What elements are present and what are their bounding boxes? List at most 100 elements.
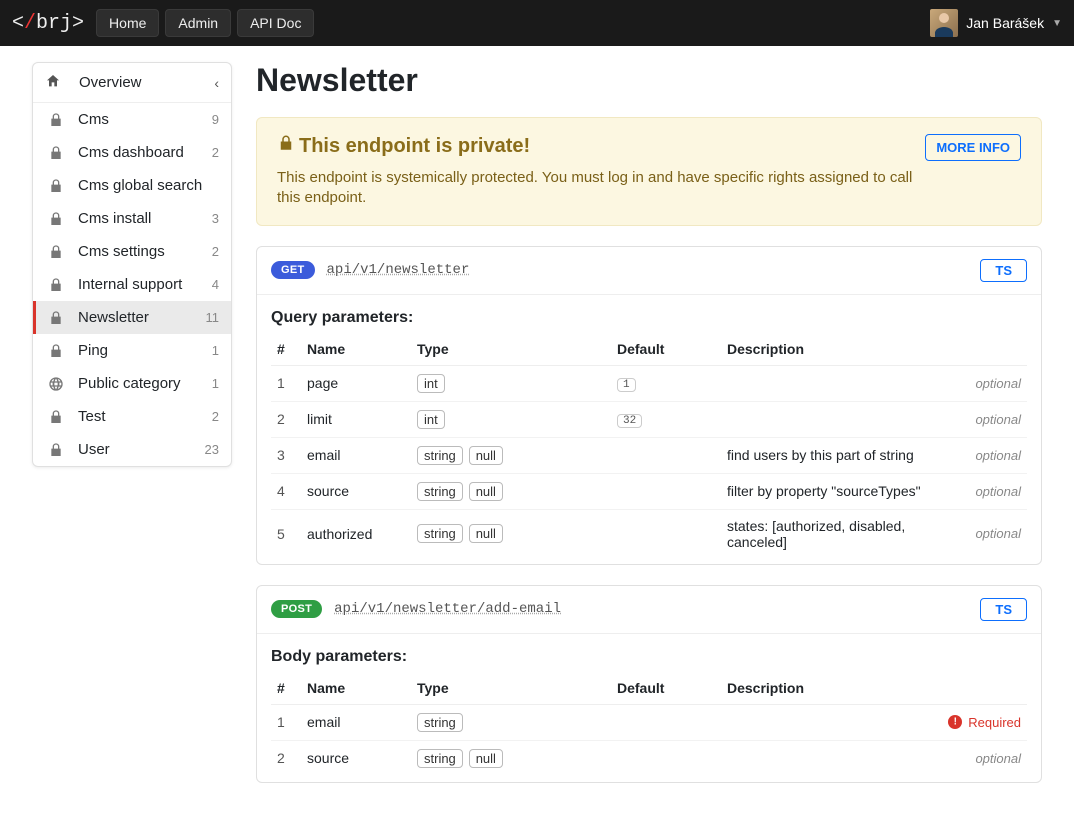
param-row: 1emailstringRequired: [271, 704, 1027, 740]
type-chip: null: [469, 524, 503, 543]
page-title: Newsletter: [256, 62, 1042, 99]
sidebar-item-count: 23: [205, 442, 219, 457]
sidebar-item-count: 11: [206, 310, 220, 325]
col-header: Description: [721, 333, 927, 366]
param-row: 2limitint32optional: [271, 401, 1027, 437]
col-header: Name: [301, 672, 411, 705]
param-row: 1pageint1optional: [271, 365, 1027, 401]
type-chip: null: [469, 749, 503, 768]
lock-icon: [48, 442, 64, 458]
sidebar-item-ping[interactable]: Ping 1: [33, 334, 231, 367]
sidebar-item-label: Cms dashboard: [78, 144, 208, 161]
sidebar-item-label: Cms: [78, 111, 208, 128]
user-menu[interactable]: Jan Barášek ▼: [930, 9, 1062, 37]
endpoint-path[interactable]: api/v1/newsletter: [327, 262, 470, 278]
sidebar-item-count: 9: [212, 112, 219, 127]
more-info-button[interactable]: MORE INFO: [925, 134, 1021, 161]
sidebar-item-cms-global-search[interactable]: Cms global search: [33, 169, 231, 202]
main: Newsletter This endpoint is private! Thi…: [256, 62, 1042, 803]
col-header: Default: [611, 672, 721, 705]
params-section-title: Body parameters:: [271, 648, 1027, 666]
param-row: 3emailstring nullfind users by this part…: [271, 437, 1027, 473]
nav-apidoc[interactable]: API Doc: [237, 9, 314, 37]
globe-icon: [48, 376, 64, 392]
optional-flag: optional: [933, 751, 1021, 766]
nav-home[interactable]: Home: [96, 9, 159, 37]
lock-icon: [48, 310, 64, 326]
sidebar-header[interactable]: Overview ‹: [33, 63, 231, 103]
nav-admin[interactable]: Admin: [165, 9, 231, 37]
type-chip: null: [469, 482, 503, 501]
col-header: Type: [411, 333, 611, 366]
type-chip: string: [417, 446, 463, 465]
sidebar-item-cms-install[interactable]: Cms install 3: [33, 202, 231, 235]
endpoint-card: GETapi/v1/newsletterTSQuery parameters:#…: [256, 246, 1042, 565]
param-row: 5authorizedstring nullstates: [authorize…: [271, 509, 1027, 558]
lock-icon: [48, 211, 64, 227]
optional-flag: optional: [933, 412, 1021, 427]
user-name: Jan Barášek: [966, 15, 1044, 31]
logo: </brj>: [12, 12, 84, 35]
optional-flag: optional: [933, 526, 1021, 541]
sidebar-item-cms-settings[interactable]: Cms settings 2: [33, 235, 231, 268]
sidebar-item-user[interactable]: User 23: [33, 433, 231, 466]
params-table: #NameTypeDefaultDescription1pageint1opti…: [271, 333, 1027, 558]
optional-flag: optional: [933, 484, 1021, 499]
endpoint-path[interactable]: api/v1/newsletter/add-email: [334, 601, 561, 617]
col-header: #: [271, 333, 301, 366]
sidebar-item-count: 1: [212, 343, 219, 358]
ts-button[interactable]: TS: [980, 598, 1027, 621]
default-chip: 1: [617, 378, 636, 392]
sidebar-item-label: Newsletter: [78, 309, 202, 326]
default-chip: 32: [617, 414, 642, 428]
col-header: Type: [411, 672, 611, 705]
sidebar: Overview ‹ Cms 9 Cms dashboard 2 Cms global …: [32, 62, 232, 467]
sidebar-item-internal-support[interactable]: Internal support 4: [33, 268, 231, 301]
sidebar-item-count: 3: [212, 211, 219, 226]
chevron-down-icon: ▼: [1052, 18, 1062, 29]
home-icon: [45, 73, 65, 92]
lock-icon: [48, 178, 64, 194]
sidebar-item-test[interactable]: Test2: [33, 400, 231, 433]
topbar: </brj> Home Admin API Doc Jan Barášek ▼: [0, 0, 1074, 46]
col-header: [927, 333, 1027, 366]
endpoint-card: POST api/v1/newsletter/add-email TS Body pa…: [256, 585, 1042, 783]
sidebar-item-label: Ping: [78, 342, 208, 359]
sidebar-item-count: 2: [212, 244, 219, 259]
sidebar-item-count: 4: [212, 277, 219, 292]
sidebar-item-cms-dashboard[interactable]: Cms dashboard 2: [33, 136, 231, 169]
sidebar-item-label: Internal support: [78, 276, 208, 293]
lock-icon: [48, 244, 64, 260]
alert-icon: [948, 715, 962, 729]
type-chip: int: [417, 410, 445, 429]
chevron-left-icon: ‹: [214, 75, 219, 91]
col-header: Default: [611, 333, 721, 366]
required-flag: Required: [933, 715, 1021, 730]
lock-icon: [48, 409, 64, 425]
sidebar-item-label: User: [78, 441, 201, 458]
avatar: [930, 9, 958, 37]
method-badge: GET: [271, 261, 315, 279]
sidebar-item-label: Cms settings: [78, 243, 208, 260]
params-table: #NameTypeDefaultDescription1emailstringR…: [271, 672, 1027, 776]
method-badge: POST: [271, 600, 322, 618]
sidebar-item-cms[interactable]: Cms 9: [33, 103, 231, 136]
sidebar-overview-label: Overview: [79, 74, 214, 91]
alert-text: This endpoint is systemically protected.…: [277, 168, 913, 209]
sidebar-item-label: Cms install: [78, 210, 208, 227]
col-header: Description: [721, 672, 927, 705]
type-chip: string: [417, 524, 463, 543]
col-header: #: [271, 672, 301, 705]
type-chip: string: [417, 713, 463, 732]
type-chip: int: [417, 374, 445, 393]
type-chip: null: [469, 446, 503, 465]
sidebar-item-count: 1: [212, 376, 219, 391]
param-row: 4sourcestring nullfilter by property "so…: [271, 473, 1027, 509]
type-chip: string: [417, 482, 463, 501]
sidebar-item-public-category[interactable]: Public category1: [33, 367, 231, 400]
ts-button[interactable]: TS: [980, 259, 1027, 282]
sidebar-item-newsletter[interactable]: Newsletter 11: [33, 301, 231, 334]
sidebar-item-count: 2: [212, 145, 219, 160]
sidebar-item-label: Test: [78, 408, 208, 425]
alert-title: This endpoint is private!: [299, 135, 530, 158]
